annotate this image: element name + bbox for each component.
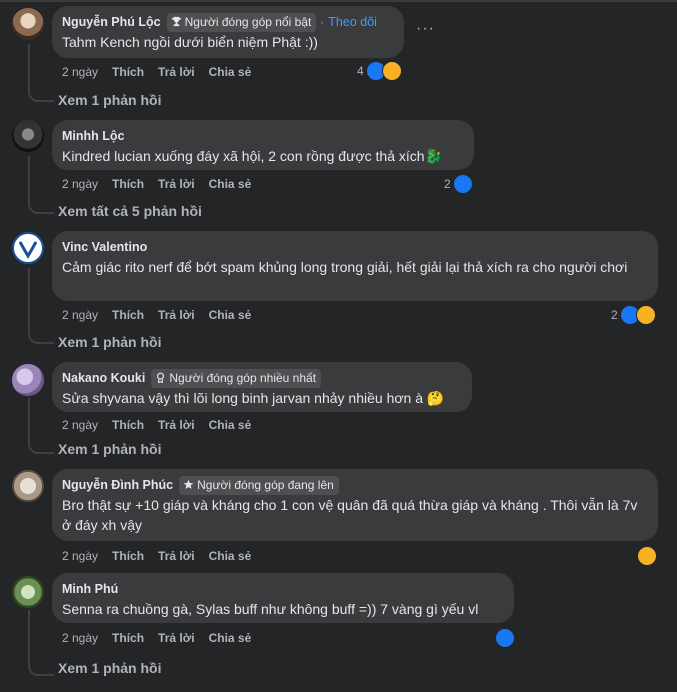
comment-bubble: Vinc Valentino Cảm giác rito nerf để bớt… [52, 231, 658, 301]
reaction-summary[interactable] [637, 546, 657, 566]
thread-connector [28, 660, 54, 676]
comment-actions: 2 ngày Thích Trả lời Chia sẻ [62, 308, 265, 322]
star-icon [183, 479, 194, 489]
share-button[interactable]: Chia sẻ [209, 631, 252, 645]
share-button[interactable]: Chia sẻ [209, 308, 252, 322]
author-name[interactable]: Nakano Kouki [62, 371, 145, 385]
reply-button[interactable]: Trả lời [158, 549, 195, 563]
view-replies-link[interactable]: Xem 1 phản hồi [58, 334, 161, 350]
like-reaction-icon [495, 628, 515, 648]
contributor-badge: Người đóng góp đang lên [179, 475, 339, 495]
top-divider [0, 0, 677, 2]
reply-button[interactable]: Trả lời [158, 631, 195, 645]
thread-connector [28, 86, 54, 102]
timestamp[interactable]: 2 ngày [62, 308, 98, 322]
comment-text: Sửa shyvana vậy thì lõi long binh jarvan… [62, 390, 445, 406]
avatar[interactable] [12, 120, 44, 152]
avatar[interactable] [12, 364, 44, 396]
reaction-count: 2 [444, 177, 451, 191]
timestamp[interactable]: 2 ngày [62, 177, 98, 191]
reaction-summary[interactable]: 4 [357, 61, 402, 81]
view-replies-link[interactable]: Xem tất cả 5 phản hồi [58, 203, 202, 219]
share-button[interactable]: Chia sẻ [209, 549, 252, 563]
reply-button[interactable]: Trả lời [158, 65, 195, 79]
share-button[interactable]: Chia sẻ [209, 418, 252, 432]
reaction-summary[interactable]: 2 [444, 174, 473, 194]
comment-actions: 2 ngày Thích Trả lời Chia sẻ [62, 418, 265, 432]
share-button[interactable]: Chia sẻ [209, 65, 252, 79]
thread-line [28, 44, 30, 88]
avatar[interactable] [12, 232, 44, 264]
thread-line [28, 398, 30, 440]
author-name[interactable]: Vinc Valentino [62, 240, 147, 254]
reaction-count: 2 [611, 308, 618, 322]
like-button[interactable]: Thích [112, 631, 144, 645]
like-button[interactable]: Thích [112, 549, 144, 563]
author-name[interactable]: Minhh Lộc [62, 129, 125, 143]
thread-line [28, 156, 30, 200]
avatar[interactable] [12, 576, 44, 608]
reaction-summary[interactable] [495, 628, 515, 648]
comment-text: Cảm giác rito nerf để bớt spam khủng lon… [62, 259, 628, 275]
like-button[interactable]: Thích [112, 418, 144, 432]
timestamp[interactable]: 2 ngày [62, 549, 98, 563]
badge-label: Người đóng góp đang lên [197, 477, 334, 492]
reaction-count: 4 [357, 64, 364, 78]
thread-line [28, 268, 30, 330]
separator-dot: · [320, 15, 325, 29]
comment-actions: 2 ngày Thích Trả lời Chia sẻ [62, 65, 265, 79]
medal-icon [157, 372, 165, 383]
comment-text: Bro thật sự +10 giáp và kháng cho 1 con … [62, 497, 638, 533]
comment-bubble: Minhh Lộc Kindred lucian xuống đáy xã hộ… [52, 120, 474, 170]
comment-text: Kindred lucian xuống đáy xã hội, 2 con r… [62, 148, 442, 164]
share-button[interactable]: Chia sẻ [209, 177, 252, 191]
haha-reaction-icon [637, 546, 657, 566]
thread-connector [28, 198, 54, 214]
follow-link[interactable]: Theo dõi [328, 15, 377, 29]
thread-line [28, 610, 30, 662]
trophy-icon [171, 16, 181, 27]
reply-button[interactable]: Trả lời [158, 418, 195, 432]
comment-text: Tahm Kench ngồi dưới biển niệm Phật :)) [62, 34, 318, 50]
more-options-icon[interactable]: ··· [416, 20, 435, 38]
comment-text: Senna ra chuồng gà, Sylas buff như không… [62, 601, 479, 617]
timestamp[interactable]: 2 ngày [62, 418, 98, 432]
contributor-badge: Người đóng góp nổi bật [166, 12, 317, 32]
haha-reaction-icon [635, 305, 656, 325]
like-reaction-icon [452, 174, 473, 194]
thread-connector [28, 438, 54, 454]
thread-connector [28, 328, 54, 344]
like-button[interactable]: Thích [112, 65, 144, 79]
reaction-summary[interactable]: 2 [611, 305, 656, 325]
like-button[interactable]: Thích [112, 177, 144, 191]
avatar[interactable] [12, 470, 44, 502]
author-name[interactable]: Minh Phú [62, 582, 118, 596]
view-replies-link[interactable]: Xem 1 phản hồi [58, 660, 161, 676]
comment-actions: 2 ngày Thích Trả lời Chia sẻ [62, 549, 265, 563]
comment-bubble: Nguyễn Đình Phúc Người đóng góp đang lên… [52, 469, 658, 541]
comment-bubble: Minh Phú Senna ra chuồng gà, Sylas buff … [52, 573, 514, 623]
badge-label: Người đóng góp nhiều nhất [169, 370, 317, 385]
reply-button[interactable]: Trả lời [158, 177, 195, 191]
comment-actions: 2 ngày Thích Trả lời Chia sẻ [62, 631, 265, 645]
author-name[interactable]: Nguyễn Đình Phúc [62, 478, 173, 492]
contributor-badge: Người đóng góp nhiều nhất [151, 368, 322, 388]
view-replies-link[interactable]: Xem 1 phản hồi [58, 441, 161, 457]
view-replies-link[interactable]: Xem 1 phản hồi [58, 92, 161, 108]
author-name[interactable]: Nguyễn Phú Lộc [62, 15, 161, 29]
badge-label: Người đóng góp nổi bật [184, 14, 312, 29]
haha-reaction-icon [381, 61, 402, 81]
avatar[interactable] [12, 8, 44, 40]
comment-actions: 2 ngày Thích Trả lời Chia sẻ [62, 177, 265, 191]
reply-button[interactable]: Trả lời [158, 308, 195, 322]
timestamp[interactable]: 2 ngày [62, 631, 98, 645]
comment-bubble: Nguyễn Phú Lộc Người đóng góp nổi bật · … [52, 6, 404, 58]
like-button[interactable]: Thích [112, 308, 144, 322]
valentino-logo-icon [18, 241, 38, 260]
comment-bubble: Nakano Kouki Người đóng góp nhiều nhất S… [52, 362, 472, 412]
timestamp[interactable]: 2 ngày [62, 65, 98, 79]
